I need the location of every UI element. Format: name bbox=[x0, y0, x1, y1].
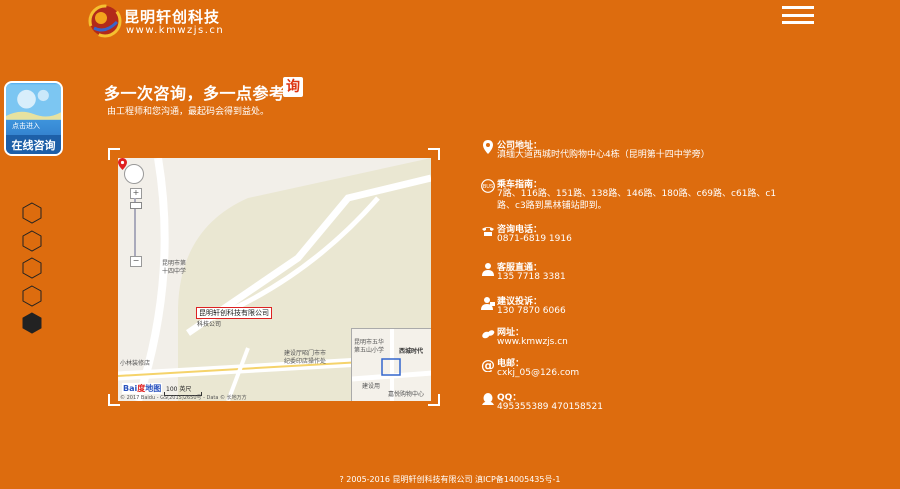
qq-icon bbox=[482, 393, 494, 405]
svg-text:@: @ bbox=[481, 358, 495, 372]
map-copyright: © 2017 Baidu - GS(2015)2650号 - Data © 长地… bbox=[120, 395, 247, 401]
page-nav bbox=[22, 202, 42, 340]
brand-url: www.kmwzjs.cn bbox=[126, 25, 225, 36]
contact-value[interactable]: 0871-6819 1916 bbox=[497, 233, 787, 245]
map-label-school: 昆明市第 十四中学 bbox=[162, 260, 187, 275]
map-pin-sublabel: 科技公司 bbox=[197, 321, 222, 328]
contact-value[interactable]: 130 7870 6066 bbox=[497, 305, 787, 317]
contact-value: 7路、116路、151路、138路、146路、180路、c69路、c61路、c1… bbox=[497, 189, 777, 211]
complaint-icon bbox=[481, 297, 495, 310]
bus-icon: BUS bbox=[481, 179, 495, 193]
customer-service-icon bbox=[482, 263, 494, 276]
page-nav-dot-3[interactable] bbox=[22, 257, 42, 279]
contact-value[interactable]: 135 7718 3381 bbox=[497, 271, 787, 283]
overview-label-bank: 建设用 bbox=[362, 383, 381, 390]
map-label-shop: 小林装修店 bbox=[120, 360, 151, 367]
svg-text:BUS: BUS bbox=[483, 184, 493, 190]
logo-mark-icon bbox=[88, 4, 122, 38]
zoom-out-button[interactable]: − bbox=[130, 256, 142, 267]
logo[interactable]: 昆明轩创科技 www.kmwzjs.cn bbox=[88, 4, 238, 40]
contact-value: 滇缅大道西城时代购物中心4栋（昆明第十四中学旁） bbox=[497, 150, 710, 160]
map-pin-icon[interactable] bbox=[118, 158, 127, 170]
consult-icon: 询 bbox=[283, 77, 303, 97]
overview-title: 西城时代 bbox=[399, 348, 424, 355]
zoom-in-button[interactable]: + bbox=[130, 188, 142, 199]
page-nav-dot-4[interactable] bbox=[22, 284, 42, 307]
location-icon bbox=[483, 140, 493, 154]
page-title: 多一次咨询，多一点参考 bbox=[104, 84, 286, 103]
footer-copyright: ? 2005-2016 昆明轩创科技有限公司 滇ICP备14005435号-1 bbox=[339, 475, 561, 484]
zoom-slider-handle[interactable] bbox=[130, 202, 142, 209]
page-subtitle: 由工程师和您沟通，最起码会得到益处。 bbox=[107, 107, 270, 117]
menu-bar-icon bbox=[782, 21, 814, 24]
map-pan-control-icon[interactable] bbox=[124, 164, 144, 184]
contact-value[interactable]: 495355389 470158521 bbox=[497, 401, 787, 413]
baidu-map[interactable]: + − 昆明市第 十四中学 小林装修店 建设厅昭门市市 纪委印店操作处 昆明轩创科技… bbox=[118, 158, 431, 401]
page-nav-dot-5-active[interactable] bbox=[22, 312, 42, 334]
contact-value[interactable]: cxkj_05@126.com bbox=[497, 367, 787, 379]
brand-title: 昆明轩创科技 bbox=[124, 8, 221, 26]
consult-badge-art bbox=[6, 84, 61, 120]
online-consult-badge[interactable]: 点击进入 在线咨询 bbox=[4, 81, 63, 156]
map-pin-label[interactable]: 昆明轩创科技有限公司 bbox=[196, 307, 272, 319]
map-zoom-control: + − bbox=[124, 164, 146, 267]
page-nav-dot-2[interactable] bbox=[22, 229, 42, 252]
overview-label-mall: 嘉悦购物中心 bbox=[388, 391, 425, 398]
consult-badge-subtext: 点击进入 bbox=[12, 122, 40, 130]
map-frame: + − 昆明市第 十四中学 小林装修店 建设厅昭门市市 纪委印店操作处 昆明轩创科技… bbox=[108, 148, 440, 406]
website-icon bbox=[482, 330, 495, 339]
baidu-logo[interactable]: Bai度地图 bbox=[122, 383, 163, 394]
menu-bar-icon bbox=[782, 6, 814, 9]
menu-button[interactable] bbox=[782, 6, 814, 24]
consult-badge-label: 在线咨询 bbox=[6, 135, 61, 154]
overview-label-school: 昆明市五华 第五山小学 bbox=[354, 339, 385, 354]
map-overview[interactable]: 昆明市五华 第五山小学 西城时代 建设用 嘉悦购物中心 bbox=[351, 328, 431, 401]
menu-bar-icon bbox=[782, 13, 814, 17]
page-nav-dot-1[interactable] bbox=[22, 202, 42, 224]
contact-value[interactable]: www.kmwzjs.cn bbox=[497, 336, 787, 348]
email-icon: @ bbox=[481, 358, 495, 372]
map-label-office: 建设厅昭门市市 纪委印店操作处 bbox=[284, 350, 327, 365]
phone-icon bbox=[482, 227, 494, 236]
